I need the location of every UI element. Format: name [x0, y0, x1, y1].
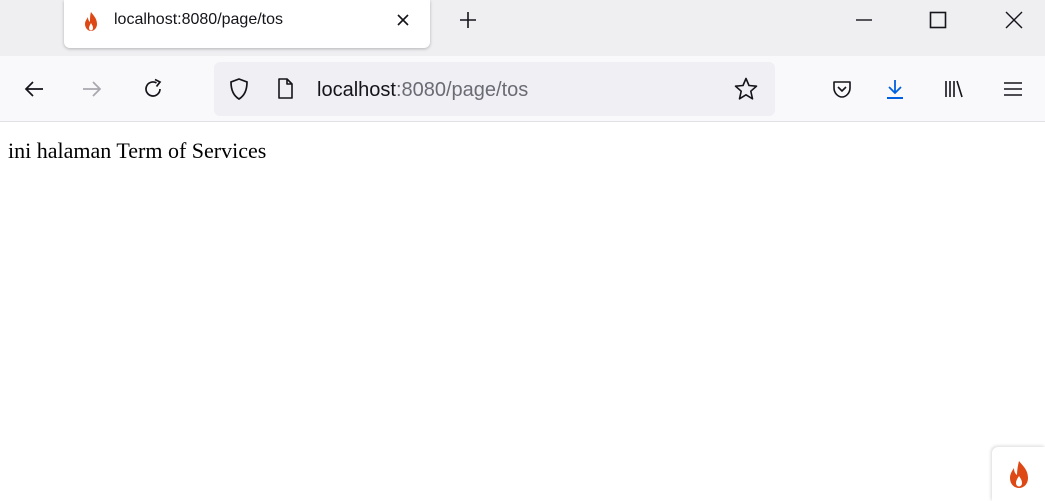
star-icon[interactable]: [733, 76, 759, 102]
url-text[interactable]: localhost:8080/page/tos: [317, 79, 528, 102]
arrow-left-icon: [22, 77, 46, 101]
shield-icon[interactable]: [227, 77, 251, 101]
forward-button[interactable]: [76, 73, 108, 105]
browser-tab[interactable]: localhost:8080/page/tos: [64, 0, 430, 48]
pocket-icon: [831, 78, 853, 100]
page-icon[interactable]: [275, 77, 295, 101]
new-tab-plus-icon[interactable]: [455, 7, 481, 33]
library-button[interactable]: [937, 73, 969, 105]
library-icon: [941, 77, 965, 101]
tab-title: localhost:8080/page/tos: [114, 11, 284, 28]
url-bar[interactable]: localhost:8080/page/tos: [214, 62, 775, 116]
hamburger-icon: [1002, 78, 1024, 100]
download-icon: [883, 77, 907, 101]
flame-icon: [81, 10, 101, 32]
menu-button[interactable]: [997, 73, 1029, 105]
downloads-button[interactable]: [879, 73, 911, 105]
reload-icon: [141, 77, 165, 101]
url-path: :8080/page/tos: [395, 79, 529, 101]
debug-toolbar-toggle[interactable]: [992, 447, 1045, 501]
pocket-button[interactable]: [826, 73, 858, 105]
back-button[interactable]: [18, 73, 50, 105]
close-icon[interactable]: [994, 2, 1034, 38]
arrow-right-icon: [80, 77, 104, 101]
reload-button[interactable]: [137, 73, 169, 105]
page-body-text: ini halaman Term of Services: [8, 138, 267, 163]
nav-toolbar: localhost:8080/page/tos: [0, 56, 1045, 122]
flame-icon: [1006, 459, 1032, 489]
url-host: localhost: [317, 79, 396, 101]
tab-close-icon[interactable]: [391, 8, 415, 32]
tab-strip: localhost:8080/page/tos: [0, 0, 1045, 56]
maximize-icon[interactable]: [918, 2, 958, 38]
minimize-icon[interactable]: [844, 2, 884, 38]
